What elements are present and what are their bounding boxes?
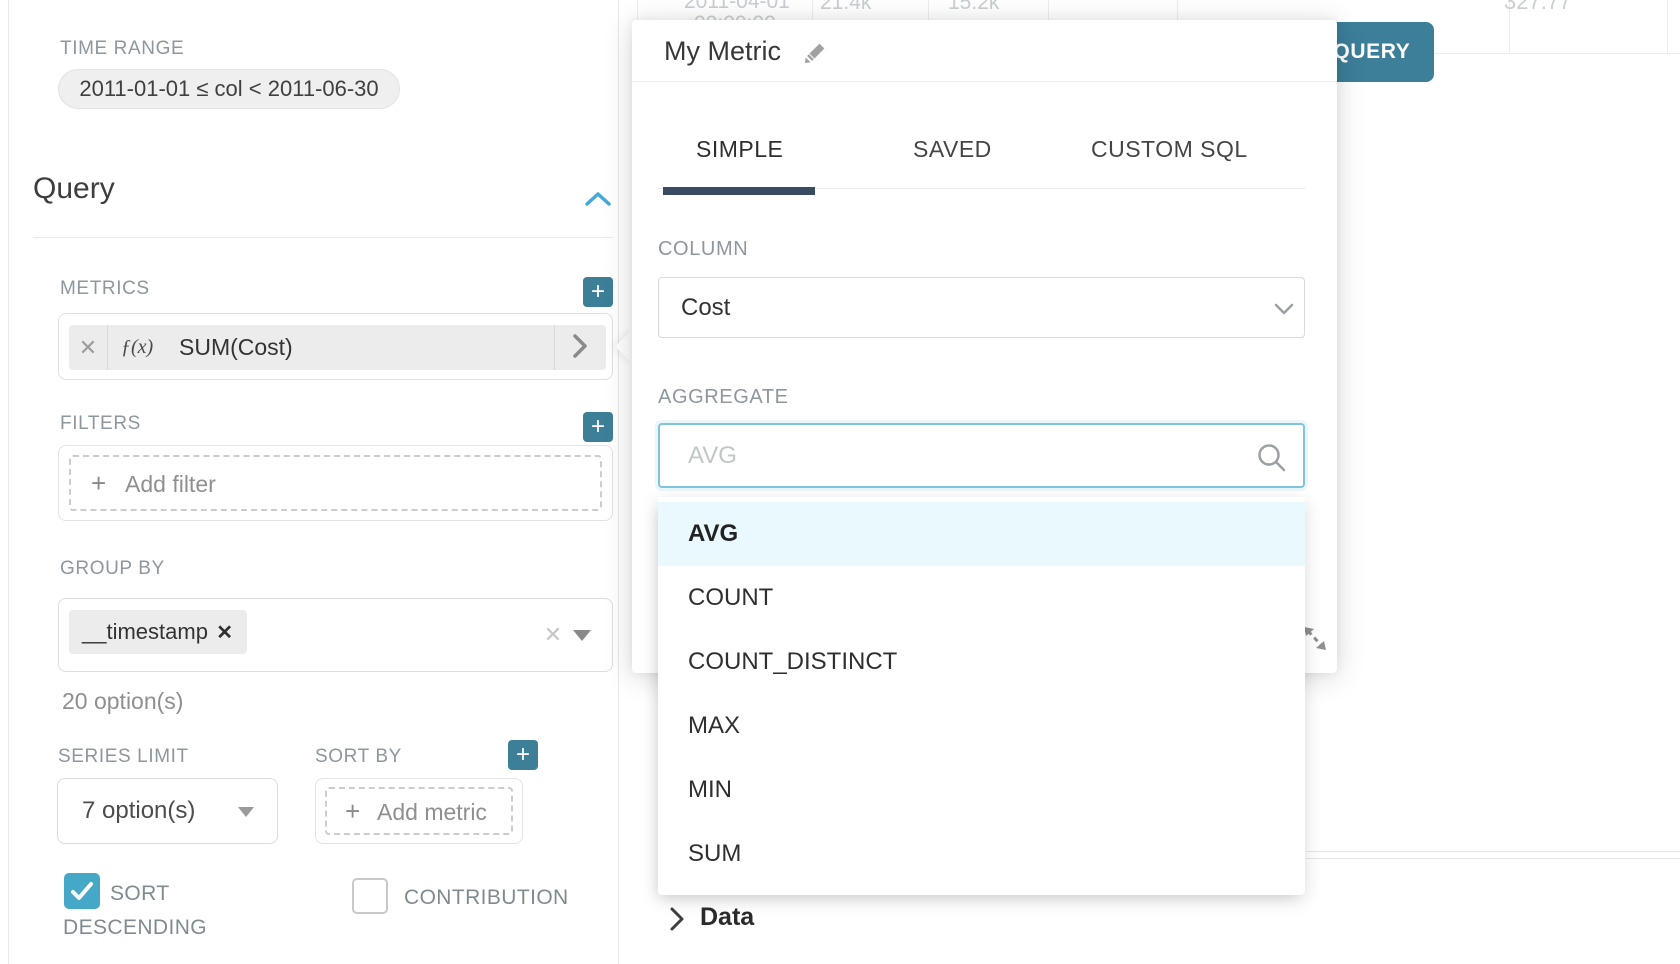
clear-select-icon[interactable]: ✕ (535, 599, 571, 671)
table-gridline (1177, 0, 1178, 22)
option-min[interactable]: MIN (658, 758, 1305, 822)
metric-pill[interactable]: ✕ ƒ(x) SUM(Cost) (69, 325, 606, 370)
plus-icon: + (345, 796, 360, 827)
plus-icon: + (91, 468, 106, 499)
caret-down-icon (238, 807, 254, 817)
table-gridline (812, 0, 813, 20)
add-sort-metric-dropzone[interactable]: + Add metric (325, 787, 513, 835)
data-section-toggle[interactable] (668, 905, 686, 938)
aggregate-dropdown-menu: AVG COUNT COUNT_DISTINCT MAX MIN SUM (658, 497, 1305, 895)
contribution-label: CONTRIBUTION (404, 886, 569, 910)
metrics-container: ✕ ƒ(x) SUM(Cost) (58, 313, 613, 380)
add-sort-metric-button[interactable]: + (508, 740, 538, 770)
sort-descending-label-line1: SORT (110, 882, 170, 906)
remove-tag-icon[interactable]: ✕ (212, 610, 237, 654)
group-by-options-count: 20 option(s) (62, 688, 183, 715)
series-limit-label: SERIES LIMIT (58, 746, 189, 768)
function-icon: ƒ(x) (121, 325, 153, 370)
sort-descending-label-line2: DESCENDING (63, 916, 207, 940)
table-gridline (1048, 0, 1049, 20)
chevron-up-icon (584, 190, 612, 208)
metric-expand-button[interactable] (562, 325, 598, 370)
filters-container: + Add filter (58, 445, 613, 521)
tab-simple[interactable]: SIMPLE (696, 136, 783, 162)
data-panel-border (1306, 858, 1680, 859)
explore-page: 2011-04-01 00:00:00 21.4k 15.2k 327.77 R… (0, 0, 1680, 964)
edit-title-button[interactable] (801, 40, 828, 72)
popover-divider (632, 81, 1337, 82)
query-collapse-button[interactable] (584, 190, 612, 213)
check-icon (64, 873, 100, 909)
chevron-right-icon (569, 332, 591, 360)
option-max[interactable]: MAX (658, 694, 1305, 758)
caret-down-icon[interactable] (573, 630, 591, 641)
pill-divider (554, 325, 555, 370)
table-gridline (928, 0, 929, 20)
option-count-distinct[interactable]: COUNT_DISTINCT (658, 630, 1305, 694)
tab-custom-sql[interactable]: CUSTOM SQL (1091, 136, 1248, 162)
aggregate-input[interactable] (658, 423, 1305, 488)
add-filter-plus-button[interactable]: + (583, 412, 613, 442)
column-select-value: Cost (681, 278, 730, 337)
series-limit-value: 7 option(s) (82, 779, 195, 843)
contribution-checkbox[interactable] (352, 878, 388, 914)
tab-saved[interactable]: SAVED (913, 136, 992, 162)
filters-label: FILTERS (60, 413, 141, 435)
time-range-pill[interactable]: 2011-01-01 ≤ col < 2011-06-30 (58, 69, 400, 109)
table-gridline (1667, 0, 1668, 53)
column-label: COLUMN (658, 238, 748, 261)
time-range-label: TIME RANGE (60, 38, 184, 60)
column-select[interactable]: Cost (658, 277, 1305, 338)
sort-descending-checkbox[interactable] (64, 873, 100, 909)
table-gridline (637, 0, 638, 20)
table-cell: 327.77 (1504, 0, 1571, 15)
panel-right-border (618, 0, 619, 964)
sort-by-container: + Add metric (315, 778, 523, 844)
aggregate-label: AGGREGATE (658, 386, 789, 409)
option-avg[interactable]: AVG (658, 502, 1305, 566)
search-icon (1254, 440, 1290, 476)
active-tab-indicator (663, 187, 815, 195)
popover-title: My Metric (664, 36, 781, 67)
series-limit-select[interactable]: 7 option(s) (57, 778, 278, 844)
panel-left-border (8, 0, 9, 964)
add-filter-label: Add filter (125, 471, 216, 498)
data-panel-border (1306, 851, 1680, 852)
pencil-icon (801, 40, 828, 67)
group-by-select[interactable]: __timestamp ✕ ✕ (58, 598, 613, 672)
add-metric-label: Add metric (377, 799, 487, 826)
pill-divider (107, 325, 108, 370)
sort-by-label: SORT BY (315, 746, 402, 768)
resize-diagonal-icon (1301, 623, 1329, 653)
data-section-label[interactable]: Data (700, 903, 754, 932)
query-section-title: Query (33, 172, 115, 206)
metric-name: SUM(Cost) (179, 325, 293, 370)
add-filter-dropzone[interactable]: + Add filter (69, 455, 602, 511)
group-by-label: GROUP BY (60, 558, 165, 580)
chevron-right-icon (668, 905, 686, 933)
option-count[interactable]: COUNT (658, 566, 1305, 630)
metrics-label: METRICS (60, 278, 150, 300)
add-metric-button[interactable]: + (583, 277, 613, 307)
group-by-tag: __timestamp ✕ (69, 610, 247, 654)
group-by-tag-value: __timestamp (82, 619, 208, 644)
section-divider (33, 237, 613, 238)
chevron-down-icon (1273, 302, 1295, 316)
table-cell: 15.2k (948, 0, 999, 15)
table-cell: 21.4k (820, 0, 871, 15)
remove-metric-icon[interactable]: ✕ (69, 325, 107, 370)
option-sum[interactable]: SUM (658, 822, 1305, 886)
